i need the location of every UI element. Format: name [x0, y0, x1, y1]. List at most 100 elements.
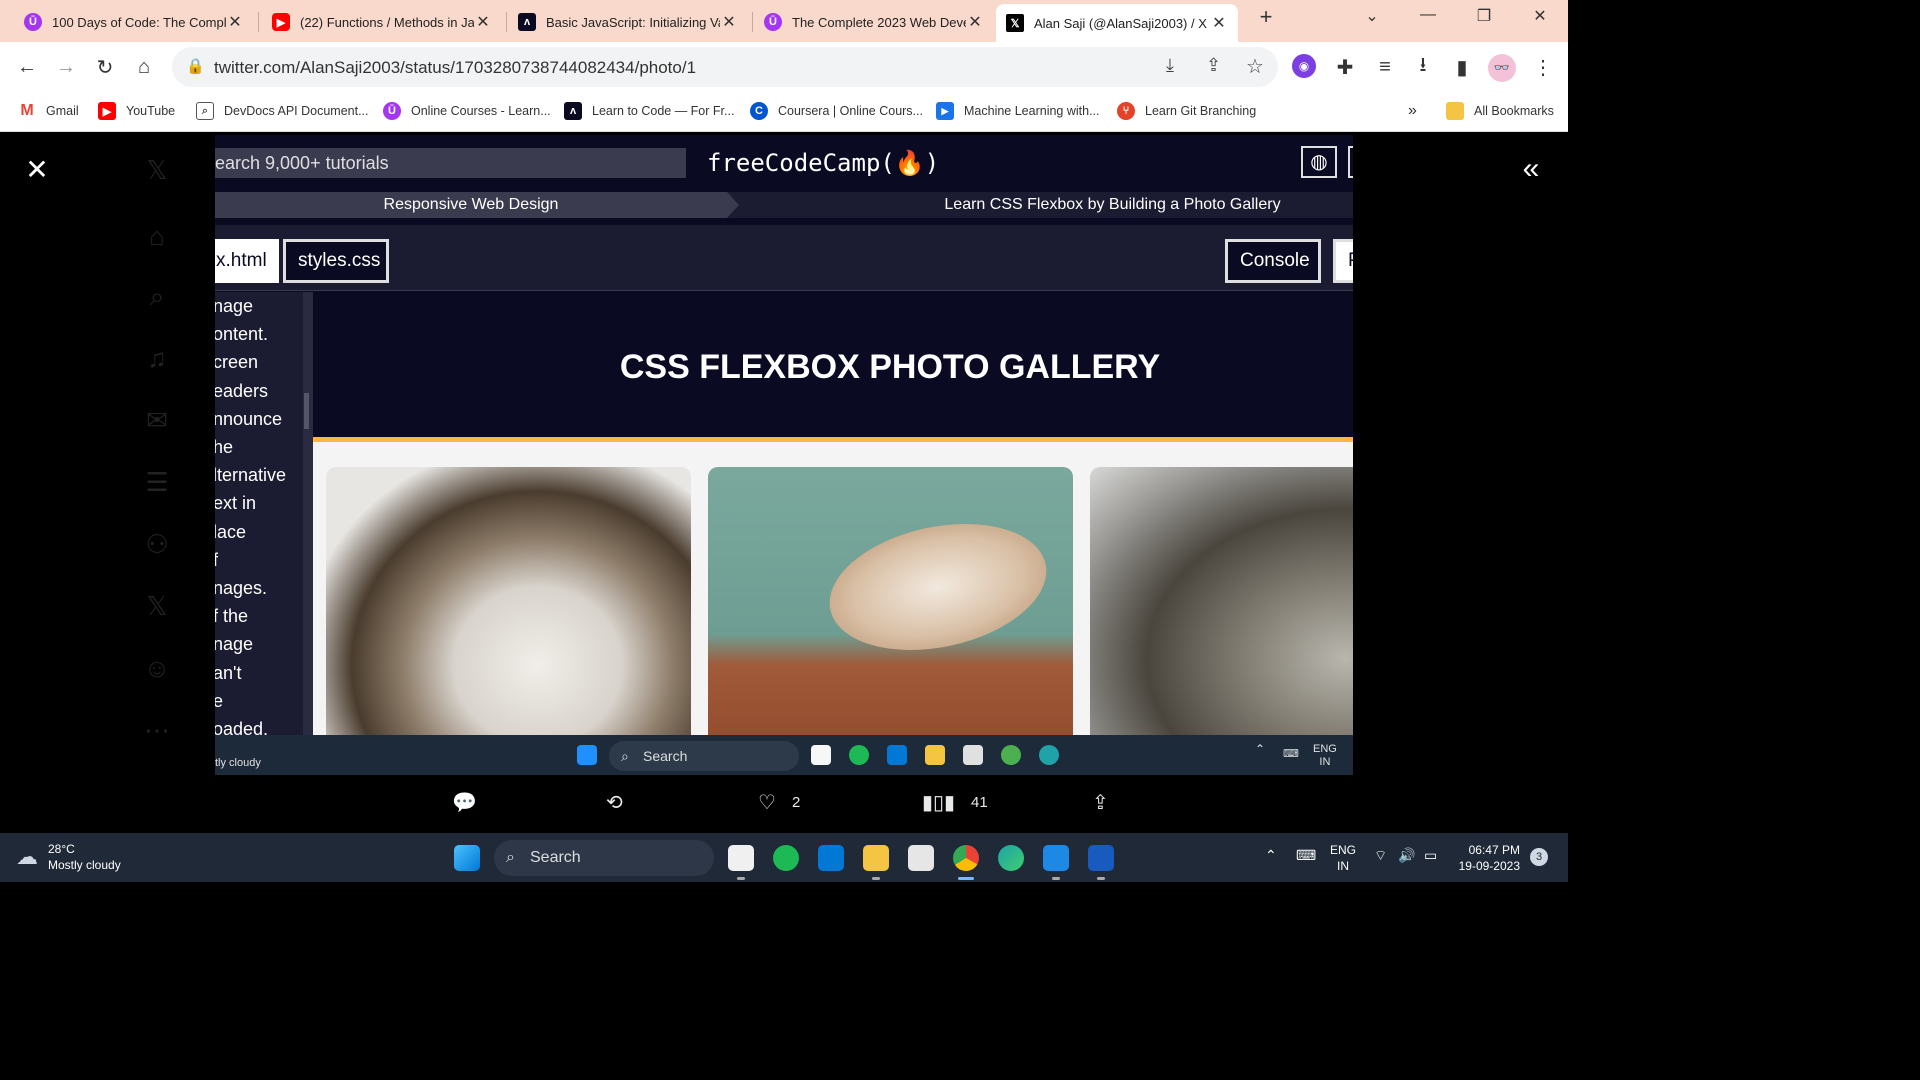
gallery-title: CSS FLEXBOX PHOTO GALLERY	[619, 348, 1161, 386]
extension-icon[interactable]: ◉	[1292, 54, 1316, 78]
file-explorer-icon[interactable]	[863, 845, 889, 871]
tab-search-chevron-icon[interactable]: ⌄	[1352, 6, 1392, 26]
git-icon: ⑂	[1117, 102, 1135, 120]
like-button[interactable]: ♡ 2	[758, 790, 800, 815]
install-app-icon[interactable]: ⤓	[1166, 55, 1174, 76]
gallery-header: CSS FLEXBOX PHOTO GALLERY	[313, 292, 1353, 442]
instruction-line: f the	[215, 606, 249, 627]
share-icon[interactable]: ⇪	[1206, 55, 1221, 76]
bookmark-udemy[interactable]: Ū Online Courses - Learn...	[383, 102, 551, 120]
address-bar[interactable]: 🔒 twitter.com/AlanSaji2003/status/170328…	[172, 47, 1278, 87]
close-viewer-icon[interactable]: ✕	[24, 156, 50, 184]
close-tab-icon[interactable]: ✕	[226, 12, 244, 32]
notification-badge[interactable]: 3	[1530, 848, 1548, 866]
battery-icon[interactable]: ▭	[1424, 847, 1437, 864]
browser-tab-4[interactable]: Ū The Complete 2023 Web Devel ✕	[754, 4, 994, 40]
browser-tab-3[interactable]: ʌ Basic JavaScript: Initializing Var ✕	[508, 4, 748, 40]
bookmark-gmail[interactable]: M Gmail	[18, 102, 78, 120]
store-icon	[887, 745, 907, 765]
home-icon[interactable]: ⌂	[131, 54, 157, 80]
bookmark-coursera[interactable]: C Coursera | Online Cours...	[750, 102, 923, 120]
close-tab-icon[interactable]: ✕	[720, 12, 738, 32]
close-window-button[interactable]: ✕	[1520, 6, 1560, 26]
bookmark-machine-learning[interactable]: ▶ Machine Learning with...	[936, 102, 1100, 120]
microsoft-store-icon[interactable]	[818, 845, 844, 871]
bookmark-freecodecamp[interactable]: ʌ Learn to Code — For Fr...	[564, 102, 734, 120]
view-count: 41	[971, 794, 988, 811]
bookmark-learn-git[interactable]: ⑂ Learn Git Branching	[1117, 102, 1256, 120]
share-button[interactable]: ⇪	[1092, 790, 1109, 815]
windows-start-icon[interactable]	[454, 845, 480, 871]
profile-avatar[interactable]: 👓	[1488, 54, 1516, 82]
bookmark-youtube[interactable]: ▶ YouTube	[98, 102, 175, 120]
collapse-panel-icon[interactable]: «	[1516, 154, 1546, 184]
photo-viewer: 𝕏 ⌂ ⌕ ♫ ✉ ☰ ⚇ 𝕏 ☺ ⋯ ✕ « earch 9,000+ tut…	[0, 133, 1568, 833]
more-bookmarks-button[interactable]: »	[1408, 102, 1417, 120]
bookmark-label: Learn to Code — For Fr...	[592, 104, 735, 118]
edge-icon[interactable]	[998, 845, 1024, 871]
url-text[interactable]: twitter.com/AlanSaji2003/status/17032807…	[214, 58, 696, 78]
bookmark-devdocs[interactable]: ⌕ DevDocs API Document...	[196, 102, 369, 120]
browser-tab-2[interactable]: ▶ (22) Functions / Methods in Java ✕	[262, 4, 502, 40]
menu-button	[1348, 146, 1353, 178]
browser-toolbar: ← → ↻ ⌂ 🔒 twitter.com/AlanSaji2003/statu…	[0, 42, 1568, 92]
folder-icon	[925, 745, 945, 765]
taskbar-search-box[interactable]: ⌕ Search	[494, 840, 714, 876]
media-control-icon[interactable]: ≡	[1372, 54, 1398, 80]
tab-title: 100 Days of Code: The Complete	[52, 14, 226, 30]
close-tab-icon[interactable]: ✕	[966, 12, 984, 32]
tweet-photo[interactable]: earch 9,000+ tutorials freeCodeCamp(🔥) ◍…	[215, 135, 1353, 775]
forward-icon[interactable]: →	[53, 54, 79, 80]
menu-kebab-icon[interactable]: ⋮	[1530, 54, 1556, 80]
new-tab-button[interactable]: +	[1246, 4, 1286, 30]
instruction-line: e	[215, 690, 224, 711]
spotify-icon[interactable]	[773, 845, 799, 871]
language-indicator[interactable]: ENG IN	[1330, 842, 1356, 874]
downloads-icon[interactable]: ⭳	[1410, 54, 1436, 80]
word-icon[interactable]	[1088, 845, 1114, 871]
tab-index-html: x.html	[215, 239, 279, 283]
heart-icon: ♡	[758, 792, 776, 814]
reply-button[interactable]: 💬	[452, 790, 477, 815]
all-bookmarks-folder[interactable]: All Bookmarks	[1446, 102, 1554, 120]
chrome-icon[interactable]	[953, 845, 979, 871]
language-indicator: ENG IN	[1313, 743, 1337, 769]
browser-tab-1[interactable]: Ū 100 Days of Code: The Complete ✕	[14, 4, 254, 40]
spotify-icon	[849, 745, 869, 765]
close-tab-icon[interactable]: ✕	[474, 12, 492, 32]
views-button[interactable]: ▮▯▮ 41	[922, 790, 988, 815]
keyboard-icon[interactable]: ⌨	[1296, 847, 1316, 864]
snipping-tool-icon[interactable]	[908, 845, 934, 871]
extensions-puzzle-icon[interactable]: ✚	[1332, 54, 1358, 80]
show-hidden-icons-icon[interactable]: ⌃	[1265, 847, 1277, 864]
clock[interactable]: 06:47 PM 19-09-2023	[1450, 842, 1520, 874]
close-tab-icon[interactable]: ✕	[1210, 13, 1228, 33]
search-label: Search	[530, 849, 581, 866]
search-label: Search	[643, 748, 688, 764]
wifi-icon[interactable]: ⌔	[1374, 847, 1387, 865]
back-icon[interactable]: ←	[14, 54, 40, 80]
pane-divider	[303, 292, 313, 775]
volume-icon[interactable]: 🔊	[1398, 847, 1415, 864]
restore-button[interactable]: ❐	[1464, 6, 1504, 26]
reload-icon[interactable]: ↻	[92, 54, 118, 80]
bookmark-star-icon[interactable]: ☆	[1246, 54, 1264, 79]
minimize-button[interactable]: —	[1408, 6, 1448, 24]
lang-2: IN	[1319, 756, 1331, 768]
snipping-icon	[963, 745, 983, 765]
devdocs-icon: ⌕	[196, 102, 214, 120]
breadcrumb-superblock: Responsive Web Design	[215, 192, 727, 218]
bookmark-label: YouTube	[126, 104, 176, 118]
lock-icon[interactable]: 🔒	[186, 57, 205, 75]
search-icon: ⌕	[621, 748, 629, 764]
bookmarks-bar: M Gmail ▶ YouTube ⌕ DevDocs API Document…	[0, 92, 1568, 132]
weather-text: tly cloudy	[215, 757, 261, 769]
vscode-icon[interactable]	[1043, 845, 1069, 871]
notepad-icon[interactable]	[728, 845, 754, 871]
weather-widget[interactable]: ☁ 28°C Mostly cloudy	[16, 841, 121, 873]
browser-tab-5-active[interactable]: 𝕏 Alan Saji (@AlanSaji2003) / X ✕	[996, 4, 1238, 42]
side-panel-icon[interactable]: ▮	[1449, 54, 1475, 80]
lang-1: ENG	[1313, 743, 1337, 755]
instruction-line: creen	[215, 352, 259, 373]
retweet-button[interactable]: ⟲	[606, 790, 623, 815]
